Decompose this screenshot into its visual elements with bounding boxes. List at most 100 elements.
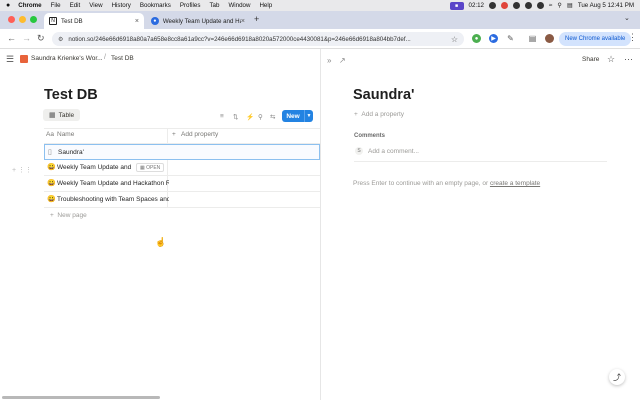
close-tab-icon[interactable]: × — [135, 18, 139, 25]
new-button[interactable]: New ▼ — [282, 110, 313, 122]
table-row[interactable]: 😀 Troubleshooting with Team Spaces and P… — [44, 192, 320, 208]
expand-icon[interactable]: ↗ — [339, 56, 346, 65]
play-icon[interactable] — [513, 2, 520, 9]
tab-search-icon[interactable]: ⌄ — [624, 14, 630, 22]
view-tab-table[interactable]: ▦ Table — [43, 109, 81, 121]
row-title[interactable]: Saundra' — [58, 149, 158, 156]
forward-icon[interactable]: → — [22, 33, 31, 43]
filter-icon[interactable]: ≡ — [220, 113, 224, 120]
menu-view[interactable]: View — [89, 2, 102, 9]
favorite-star-icon[interactable]: ☆ — [607, 54, 615, 65]
new-tab-icon[interactable]: + — [254, 14, 259, 24]
row-title[interactable]: Troubleshooting with Team Spaces and Per… — [57, 196, 169, 203]
macos-menu-bar: ● Chrome File Edit View History Bookmark… — [0, 0, 640, 11]
open-row-button[interactable]: ▦ OPEN — [136, 163, 165, 172]
comment-input[interactable]: Add a comment... — [368, 148, 419, 155]
recording-timer: 02:12 — [468, 2, 484, 9]
new-page-label: New page — [57, 212, 87, 219]
workspace-icon — [20, 55, 28, 63]
page-title[interactable]: Saundra' — [353, 87, 414, 103]
menu-file[interactable]: File — [51, 2, 61, 9]
extension-icon[interactable]: ▶ — [489, 34, 498, 43]
horizontal-scrollbar[interactable] — [2, 396, 160, 399]
database-view: Test DB ▦ Table ≡ ⇅ ⚡ ⚲ ⇆ New ▼ Aa Name … — [0, 71, 320, 400]
close-tab-icon[interactable]: × — [241, 18, 245, 25]
search-icon[interactable]: ⚲ — [258, 113, 263, 121]
browser-toolbar: ← → ↻ ⚙ notion.so/246e66d6918a80a7a658e8… — [0, 29, 640, 49]
hint-text: Press Enter to continue with an empty pa… — [353, 180, 490, 187]
extension-icon[interactable]: ● — [472, 34, 481, 43]
emoji-icon: 😀 — [47, 180, 56, 187]
row-title[interactable]: Weekly Team Update and Hackathon Recap — [57, 164, 131, 171]
menu-help[interactable]: Help — [259, 2, 272, 9]
table-row[interactable]: ▯ Saundra' — [44, 144, 320, 160]
extensions-puzzle-icon[interactable]: ✎ — [506, 34, 515, 43]
row-title[interactable]: Weekly Team Update and Hackathon Recap — [57, 180, 169, 187]
emoji-icon: 😀 — [47, 164, 56, 171]
text-type-icon: Aa — [46, 131, 54, 138]
help-icon[interactable]: ⤴ — [609, 369, 625, 385]
avatar: S — [355, 147, 363, 155]
screen-recorder-icon[interactable]: ■ — [449, 1, 464, 10]
back-icon[interactable]: ← — [7, 33, 16, 43]
browser-tab-strip: N Test DB × ● Weekly Team Update and Hac… — [0, 11, 640, 29]
app-menu-chrome[interactable]: Chrome — [18, 2, 41, 9]
menu-edit[interactable]: Edit — [70, 2, 81, 9]
mouse-cursor-icon: ☝ — [155, 237, 167, 247]
new-page-button[interactable]: + New page — [50, 212, 87, 219]
add-property-header[interactable]: Add property — [181, 131, 218, 138]
automation-icon[interactable]: ⚡ — [246, 113, 254, 121]
extension-icon[interactable] — [525, 2, 532, 9]
close-window-icon[interactable] — [8, 16, 15, 23]
page-icon: ▯ — [48, 149, 52, 156]
sort-icon[interactable]: ⇅ — [233, 113, 238, 121]
close-peek-icon[interactable]: » — [327, 56, 331, 65]
share-button[interactable]: Share — [582, 56, 599, 63]
address-bar[interactable]: ⚙ notion.so/246e66d6918a80a7a658e8cc8a61… — [52, 32, 464, 46]
breadcrumb-page[interactable]: Test DB — [111, 55, 134, 62]
database-title[interactable]: Test DB — [44, 87, 98, 103]
clock[interactable]: Tue Aug 5 12:41 PM — [578, 2, 634, 9]
more-options-icon[interactable]: ⋯ — [624, 54, 633, 65]
add-property-button[interactable]: + Add a property — [354, 111, 404, 118]
bookmark-star-icon[interactable]: ☆ — [451, 35, 458, 44]
breadcrumb-workspace[interactable]: Saundra Krienke's Wor... — [31, 55, 103, 62]
add-property-label: Add a property — [361, 111, 405, 118]
tab-title: Test DB — [61, 17, 83, 25]
wifi-icon[interactable]: ≈ — [549, 2, 552, 9]
site-info-icon[interactable]: ⚙ — [58, 36, 63, 43]
column-header-name[interactable]: Name — [57, 131, 74, 138]
tab-weekly-team-update[interactable]: ● Weekly Team Update and Hac × — [146, 13, 250, 29]
sidebar-toggle-icon[interactable]: ☰ — [6, 54, 14, 65]
add-property-icon[interactable]: + — [172, 131, 176, 138]
control-icon[interactable] — [537, 2, 544, 9]
search-icon[interactable]: ⚲ — [557, 2, 562, 9]
side-panel-icon[interactable]: ▤ — [528, 34, 537, 43]
reload-icon[interactable]: ↻ — [37, 33, 45, 44]
create-template-link[interactable]: create a template — [490, 180, 540, 187]
menu-bookmarks[interactable]: Bookmarks — [140, 2, 171, 9]
menu-history[interactable]: History — [112, 2, 131, 9]
status-icon[interactable] — [489, 2, 496, 9]
minimize-window-icon[interactable] — [19, 16, 26, 23]
new-chrome-available-button[interactable]: New Chrome available — [559, 32, 632, 46]
comments-label: Comments — [354, 133, 386, 139]
maximize-window-icon[interactable] — [30, 16, 37, 23]
empty-page-hint: Press Enter to continue with an empty pa… — [353, 180, 540, 187]
table-row[interactable]: 😀 Weekly Team Update and Hackathon Recap… — [44, 160, 320, 176]
new-button-label: New — [286, 112, 300, 120]
record-stop-icon[interactable] — [501, 2, 508, 9]
notion-favicon-icon: N — [49, 17, 57, 25]
menu-window[interactable]: Window — [228, 2, 250, 9]
drag-handle-icon[interactable]: + ⋮⋮ — [12, 166, 32, 174]
tab-test-db[interactable]: N Test DB × — [44, 13, 144, 29]
table-row[interactable]: 😀 Weekly Team Update and Hackathon Recap — [44, 176, 320, 192]
profile-avatar[interactable] — [545, 34, 554, 43]
apple-menu-icon[interactable]: ● — [6, 2, 10, 9]
chevron-down-icon[interactable]: ▼ — [304, 110, 313, 122]
control-center-icon[interactable]: ▤ — [567, 2, 573, 9]
chrome-menu-icon[interactable]: ⋮ — [628, 32, 637, 43]
menu-profiles[interactable]: Profiles — [180, 2, 201, 9]
settings-icon[interactable]: ⇆ — [270, 113, 275, 121]
menu-tab[interactable]: Tab — [209, 2, 219, 9]
